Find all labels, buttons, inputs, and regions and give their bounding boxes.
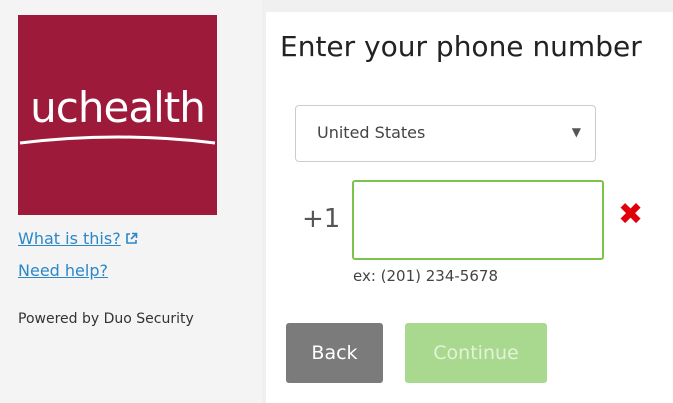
phone-example-hint: ex: (201) 234-5678 (353, 267, 498, 285)
what-is-this-label: What is this? (18, 229, 121, 248)
what-is-this-link[interactable]: What is this? (18, 229, 138, 248)
country-selected-value: United States (317, 123, 426, 142)
x-mark-icon: ✖ (618, 197, 644, 232)
powered-by-text: Powered by Duo Security (18, 311, 194, 327)
external-link-icon (125, 232, 137, 244)
need-help-link[interactable]: Need help? (18, 261, 108, 280)
logo-arc-icon (19, 135, 216, 145)
chevron-down-icon: ▼ (571, 125, 581, 139)
continue-button[interactable]: Continue (405, 323, 547, 383)
country-select[interactable]: United States ▼ (295, 105, 596, 162)
enrollment-panel: Enter your phone number United States ▼ … (266, 12, 673, 403)
back-button[interactable]: Back (286, 323, 383, 383)
page-title: Enter your phone number (280, 30, 642, 63)
phone-number-input[interactable] (352, 180, 604, 260)
logo-text: uchealth (30, 83, 206, 132)
country-code-prefix: +1 (302, 204, 341, 234)
uchealth-logo: uchealth (18, 15, 217, 215)
sidebar: uchealth What is this? Need help? Powere… (0, 0, 262, 403)
